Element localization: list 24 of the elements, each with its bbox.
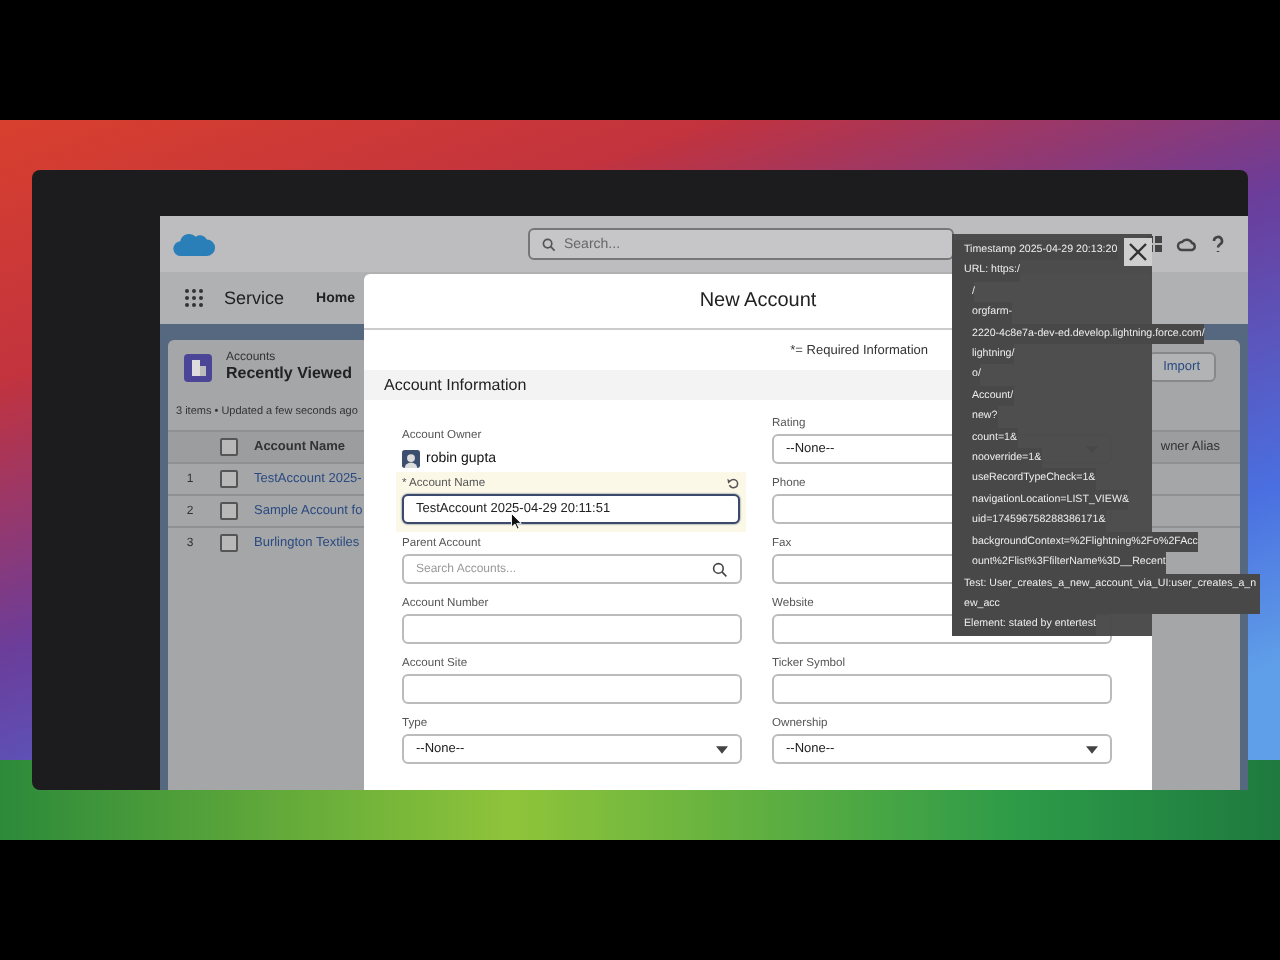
help-icon[interactable] xyxy=(1208,234,1228,254)
input-field[interactable] xyxy=(772,674,1112,704)
modal-title: New Account xyxy=(699,290,817,312)
close-icon xyxy=(1128,242,1148,262)
cloud-logo-icon xyxy=(172,229,216,259)
checkbox[interactable] xyxy=(220,470,238,488)
checkbox[interactable] xyxy=(220,534,238,552)
app-launcher-icon[interactable] xyxy=(184,288,204,308)
cursor-icon xyxy=(510,512,522,530)
accounts-icon xyxy=(184,353,212,381)
close-button[interactable] xyxy=(1124,238,1152,266)
caret-icon xyxy=(716,745,728,753)
caret-icon xyxy=(1086,745,1098,753)
input-field[interactable] xyxy=(402,674,742,704)
checkbox[interactable] xyxy=(220,438,238,456)
input-field[interactable] xyxy=(402,614,742,644)
list-title: Recently Viewed xyxy=(226,364,352,382)
undo-icon[interactable] xyxy=(726,476,740,490)
search-icon xyxy=(542,237,556,251)
checkbox[interactable] xyxy=(220,502,238,520)
search-icon xyxy=(712,561,728,577)
app-name: Service xyxy=(224,288,285,308)
avatar-icon xyxy=(402,450,420,468)
cloud-icon[interactable] xyxy=(1176,234,1196,254)
